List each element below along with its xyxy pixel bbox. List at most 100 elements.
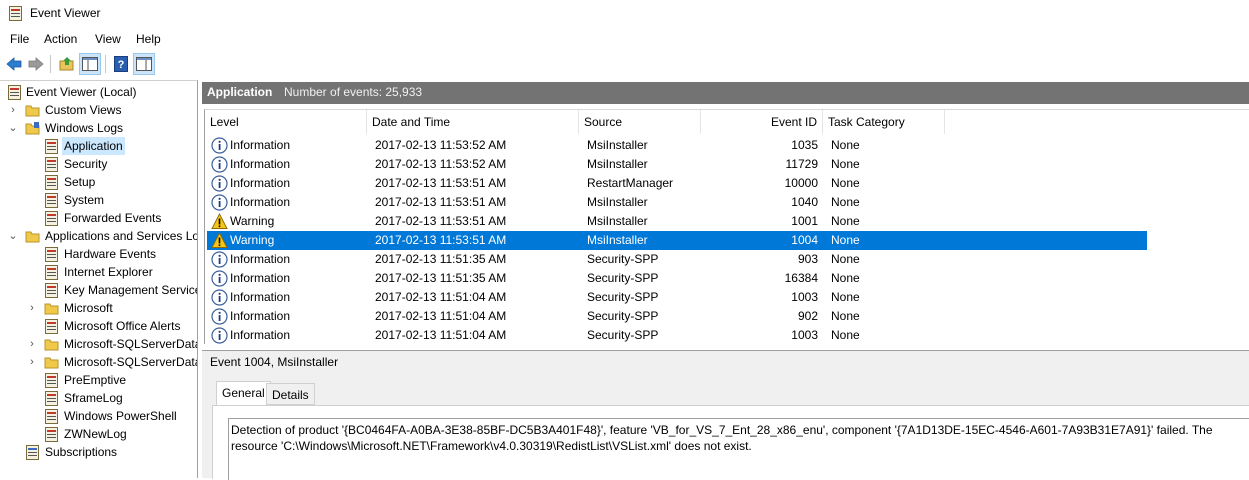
tree-item-custom-views[interactable]: › Custom Views (0, 101, 197, 119)
log-icon (45, 283, 58, 298)
information-icon (211, 156, 228, 173)
cell-source: Security-SPP (587, 328, 659, 342)
folder-up-icon (59, 57, 74, 71)
tree-item-label: Microsoft (64, 301, 113, 315)
tree-item-label: Security (64, 157, 108, 171)
log-icon (45, 427, 58, 442)
cell-event-id: 902 (797, 309, 818, 323)
show-hide-action-pane-icon (136, 57, 152, 71)
log-icon (45, 193, 58, 208)
column-header-date[interactable]: Date and Time (367, 110, 579, 134)
column-header-event-id[interactable]: Event ID (701, 110, 823, 134)
tree-item-internet-explorer[interactable]: Internet Explorer (0, 263, 197, 281)
forward-button[interactable] (25, 53, 47, 75)
help-button[interactable]: ? (110, 53, 132, 75)
tab-details[interactable]: Details (266, 383, 315, 405)
table-row[interactable]: Warning 2017-02-13 11:53:51 AM MsiInstalle… (207, 212, 1147, 231)
tree-item-windows-powershell[interactable]: Windows PowerShell (0, 407, 197, 425)
tree-item-label: ZWNewLog (64, 427, 127, 441)
tree-item-application[interactable]: Application (0, 137, 197, 155)
column-header-task-category[interactable]: Task Category (823, 110, 945, 134)
tree-item-key-management-service[interactable]: Key Management Service (0, 281, 198, 299)
cell-source: MsiInstaller (587, 214, 648, 228)
log-icon (45, 409, 58, 424)
tree-item-sframelog[interactable]: SframeLog (0, 389, 197, 407)
log-icon (45, 157, 58, 172)
table-row[interactable]: Information 2017-02-13 11:51:04 AM Securit… (207, 326, 1147, 345)
up-one-level-button[interactable] (56, 53, 78, 75)
cell-task-category: None (831, 290, 860, 304)
table-row[interactable]: Information 2017-02-13 11:53:52 AM MsiInst… (207, 155, 1147, 174)
tree-item-label: Windows Logs (45, 121, 124, 135)
back-button[interactable] (3, 53, 25, 75)
column-header-source[interactable]: Source (579, 110, 701, 134)
show-hide-action-pane-button[interactable] (133, 53, 155, 75)
menu-help[interactable]: Help (133, 32, 164, 46)
table-row[interactable]: Information 2017-02-13 11:51:35 AM Securit… (207, 269, 1147, 288)
tree-item-forwarded-events[interactable]: Forwarded Events (0, 209, 197, 227)
menu-action[interactable]: Action (41, 32, 80, 46)
tree-item-sqlserverdata-1[interactable]: › Microsoft-SQLServerData (0, 335, 197, 353)
back-arrow-icon (6, 57, 22, 71)
event-description-box[interactable]: Detection of product '{BC0464FA-A0BA-3E3… (228, 418, 1249, 480)
chevron-down-icon[interactable]: ⌄ (8, 227, 18, 245)
tree-item-preemptive[interactable]: PreEmptive (0, 371, 197, 389)
chevron-right-icon[interactable]: › (27, 335, 37, 353)
tree-item-security[interactable]: Security (0, 155, 197, 173)
tab-general[interactable]: General (216, 381, 271, 406)
cell-event-id: 1004 (791, 233, 818, 247)
information-icon (211, 270, 228, 287)
chevron-right-icon[interactable]: › (27, 353, 37, 371)
log-header-bar: Application Number of events: 25,933 (202, 82, 1249, 104)
cell-event-id: 1040 (791, 195, 818, 209)
event-viewer-icon (9, 6, 22, 21)
event-detail-title: Event 1004, MsiInstaller (210, 355, 339, 369)
tree-item-system[interactable]: System (0, 191, 197, 209)
tree-item-apps-services-logs[interactable]: ⌄ Applications and Services Lo (0, 227, 198, 245)
menu-file[interactable]: File (7, 32, 32, 46)
tree-item-label: PreEmptive (64, 373, 127, 387)
event-viewer-icon (8, 85, 21, 100)
tree-item-label: Applications and Services Lo (45, 229, 198, 243)
information-icon (211, 137, 228, 154)
show-hide-console-tree-button[interactable] (79, 53, 101, 75)
window-title: Event Viewer (30, 6, 101, 20)
tree-item-hardware-events[interactable]: Hardware Events (0, 245, 197, 263)
forward-arrow-icon (28, 57, 44, 71)
table-row[interactable]: Warning 2017-02-13 11:53:51 AM MsiInstalle… (207, 231, 1147, 250)
tree-item-label: System (64, 193, 105, 207)
tree-item-label: Key Management Service (64, 283, 198, 297)
chevron-right-icon[interactable]: › (8, 101, 18, 119)
event-description: Detection of product '{BC0464FA-A0BA-3E3… (231, 423, 1213, 453)
tree-item-root[interactable]: Event Viewer (Local) (0, 83, 197, 101)
table-row[interactable]: Information 2017-02-13 11:53:52 AM MsiInst… (207, 136, 1147, 155)
cell-date: 2017-02-13 11:51:04 AM (375, 309, 507, 323)
log-icon (45, 319, 58, 334)
cell-event-id: 903 (797, 252, 818, 266)
table-row[interactable]: Information 2017-02-13 11:51:04 AM Securit… (207, 307, 1147, 326)
menu-view[interactable]: View (92, 32, 124, 46)
tree-item-setup[interactable]: Setup (0, 173, 197, 191)
table-row[interactable]: Information 2017-02-13 11:51:35 AM Securit… (207, 250, 1147, 269)
information-icon (211, 327, 228, 344)
tree-item-microsoft[interactable]: › Microsoft (0, 299, 197, 317)
cell-event-id: 16384 (784, 271, 818, 285)
cell-source: Security-SPP (587, 290, 659, 304)
table-row[interactable]: Information 2017-02-13 11:51:04 AM Securit… (207, 288, 1147, 307)
log-icon (45, 373, 58, 388)
tree-item-windows-logs[interactable]: ⌄ Windows Logs (0, 119, 197, 137)
tree-item-microsoft-office-alerts[interactable]: Microsoft Office Alerts (0, 317, 197, 335)
tree-item-label: Microsoft-SQLServerData (64, 355, 198, 369)
table-row[interactable]: Information 2017-02-13 11:53:51 AM MsiInst… (207, 193, 1147, 212)
cell-level: Warning (230, 214, 275, 228)
table-row[interactable]: Information 2017-02-13 11:53:51 AM Restart… (207, 174, 1147, 193)
column-header-level[interactable]: Level (205, 110, 367, 134)
tree-item-subscriptions[interactable]: Subscriptions (0, 443, 197, 461)
chevron-right-icon[interactable]: › (27, 299, 37, 317)
tree-item-sqlserverdata-2[interactable]: › Microsoft-SQLServerData (0, 353, 198, 371)
chevron-down-icon[interactable]: ⌄ (8, 119, 18, 137)
log-icon (45, 139, 58, 154)
log-icon (45, 175, 58, 190)
tree-item-zwnewlog[interactable]: ZWNewLog (0, 425, 197, 443)
cell-date: 2017-02-13 11:53:51 AM (375, 195, 507, 209)
